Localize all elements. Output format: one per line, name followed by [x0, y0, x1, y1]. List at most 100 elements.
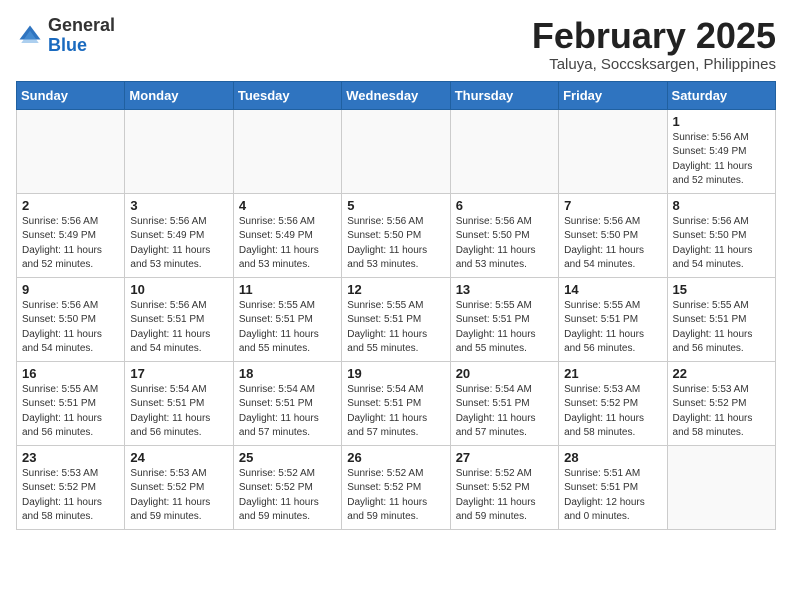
logo-blue-text: Blue — [48, 35, 87, 55]
day-number: 13 — [456, 282, 553, 297]
day-number: 14 — [564, 282, 661, 297]
calendar-cell: 28Sunrise: 5:51 AM Sunset: 5:51 PM Dayli… — [559, 445, 667, 529]
weekday-header-monday: Monday — [125, 81, 233, 109]
calendar-cell: 25Sunrise: 5:52 AM Sunset: 5:52 PM Dayli… — [233, 445, 341, 529]
day-info: Sunrise: 5:54 AM Sunset: 5:51 PM Dayligh… — [239, 383, 336, 441]
calendar-cell: 7 Sunrise: 5:56 AM Sunset: 5:50 PM Daylig… — [559, 193, 667, 277]
day-info: Sunrise: 5:56 AM Sunset: 5:50 PM Dayligh… — [673, 215, 770, 273]
day-number: 17 — [130, 366, 227, 381]
day-number: 26 — [347, 450, 444, 465]
calendar-cell — [559, 109, 667, 193]
calendar-cell: 20Sunrise: 5:54 AM Sunset: 5:51 PM Dayli… — [450, 361, 558, 445]
day-number: 11 — [239, 282, 336, 297]
calendar-cell: 1 Sunrise: 5:56 AM Sunset: 5:49 PM Daylig… — [667, 109, 775, 193]
day-info: Sunrise: 5:52 AM Sunset: 5:52 PM Dayligh… — [456, 467, 553, 525]
calendar-cell — [125, 109, 233, 193]
logo-icon — [16, 22, 44, 50]
location-subtitle: Taluya, Soccsksargen, Philippines — [532, 56, 776, 73]
day-number: 12 — [347, 282, 444, 297]
calendar-week-3: 9 Sunrise: 5:56 AM Sunset: 5:50 PM Daylig… — [17, 277, 776, 361]
day-number: 1 — [673, 114, 770, 129]
calendar-body: 1 Sunrise: 5:56 AM Sunset: 5:49 PM Daylig… — [17, 109, 776, 529]
calendar-cell: 10 Sunrise: 5:56 AM Sunset: 5:51 PM Dayli… — [125, 277, 233, 361]
day-info: Sunrise: 5:54 AM Sunset: 5:51 PM Dayligh… — [130, 383, 227, 441]
calendar-cell: 19 Sunrise: 5:54 AM Sunset: 5:51 PM Dayli… — [342, 361, 450, 445]
day-number: 19 — [347, 366, 444, 381]
calendar-cell: 18 Sunrise: 5:54 AM Sunset: 5:51 PM Dayli… — [233, 361, 341, 445]
day-info: Sunrise: 5:55 AM Sunset: 5:51 PM Dayligh… — [239, 299, 336, 357]
day-info: Sunrise: 5:56 AM Sunset: 5:49 PM Dayligh… — [22, 215, 119, 273]
day-number: 27 — [456, 450, 553, 465]
weekday-header-sunday: Sunday — [17, 81, 125, 109]
day-info: Sunrise: 5:56 AM Sunset: 5:51 PM Dayligh… — [130, 299, 227, 357]
calendar-cell: 8 Sunrise: 5:56 AM Sunset: 5:50 PM Daylig… — [667, 193, 775, 277]
day-info: Sunrise: 5:56 AM Sunset: 5:50 PM Dayligh… — [22, 299, 119, 357]
calendar-cell: 22 Sunrise: 5:53 AM Sunset: 5:52 PM Dayli… — [667, 361, 775, 445]
day-info: Sunrise: 5:56 AM Sunset: 5:50 PM Dayligh… — [456, 215, 553, 273]
calendar-cell: 15Sunrise: 5:55 AM Sunset: 5:51 PM Dayli… — [667, 277, 775, 361]
day-number: 2 — [22, 198, 119, 213]
day-info: Sunrise: 5:55 AM Sunset: 5:51 PM Dayligh… — [347, 299, 444, 357]
calendar-week-2: 2 Sunrise: 5:56 AM Sunset: 5:49 PM Daylig… — [17, 193, 776, 277]
calendar-cell: 27 Sunrise: 5:52 AM Sunset: 5:52 PM Dayli… — [450, 445, 558, 529]
day-info: Sunrise: 5:56 AM Sunset: 5:49 PM Dayligh… — [673, 131, 770, 189]
logo: General Blue — [16, 16, 115, 56]
calendar-week-4: 16Sunrise: 5:55 AM Sunset: 5:51 PM Dayli… — [17, 361, 776, 445]
day-number: 21 — [564, 366, 661, 381]
day-info: Sunrise: 5:55 AM Sunset: 5:51 PM Dayligh… — [456, 299, 553, 357]
day-number: 23 — [22, 450, 119, 465]
calendar-cell — [17, 109, 125, 193]
calendar-week-1: 1 Sunrise: 5:56 AM Sunset: 5:49 PM Daylig… — [17, 109, 776, 193]
weekday-header-thursday: Thursday — [450, 81, 558, 109]
calendar-cell — [342, 109, 450, 193]
day-info: Sunrise: 5:56 AM Sunset: 5:50 PM Dayligh… — [347, 215, 444, 273]
day-number: 10 — [130, 282, 227, 297]
day-number: 3 — [130, 198, 227, 213]
weekday-header-friday: Friday — [559, 81, 667, 109]
day-info: Sunrise: 5:55 AM Sunset: 5:51 PM Dayligh… — [673, 299, 770, 357]
weekday-header-tuesday: Tuesday — [233, 81, 341, 109]
calendar-cell: 3 Sunrise: 5:56 AM Sunset: 5:49 PM Daylig… — [125, 193, 233, 277]
day-number: 25 — [239, 450, 336, 465]
calendar-cell — [667, 445, 775, 529]
day-number: 24 — [130, 450, 227, 465]
calendar-cell: 11 Sunrise: 5:55 AM Sunset: 5:51 PM Dayli… — [233, 277, 341, 361]
day-info: Sunrise: 5:53 AM Sunset: 5:52 PM Dayligh… — [564, 383, 661, 441]
day-info: Sunrise: 5:56 AM Sunset: 5:50 PM Dayligh… — [564, 215, 661, 273]
day-info: Sunrise: 5:56 AM Sunset: 5:49 PM Dayligh… — [130, 215, 227, 273]
weekday-header-saturday: Saturday — [667, 81, 775, 109]
day-number: 7 — [564, 198, 661, 213]
day-info: Sunrise: 5:56 AM Sunset: 5:49 PM Dayligh… — [239, 215, 336, 273]
calendar-cell: 6 Sunrise: 5:56 AM Sunset: 5:50 PM Daylig… — [450, 193, 558, 277]
calendar-cell: 12 Sunrise: 5:55 AM Sunset: 5:51 PM Dayli… — [342, 277, 450, 361]
day-info: Sunrise: 5:54 AM Sunset: 5:51 PM Dayligh… — [456, 383, 553, 441]
calendar-cell: 24 Sunrise: 5:53 AM Sunset: 5:52 PM Dayli… — [125, 445, 233, 529]
day-info: Sunrise: 5:55 AM Sunset: 5:51 PM Dayligh… — [22, 383, 119, 441]
day-number: 9 — [22, 282, 119, 297]
calendar-cell: 17 Sunrise: 5:54 AM Sunset: 5:51 PM Dayli… — [125, 361, 233, 445]
day-number: 18 — [239, 366, 336, 381]
day-info: Sunrise: 5:52 AM Sunset: 5:52 PM Dayligh… — [347, 467, 444, 525]
day-info: Sunrise: 5:54 AM Sunset: 5:51 PM Dayligh… — [347, 383, 444, 441]
calendar-cell: 21 Sunrise: 5:53 AM Sunset: 5:52 PM Dayli… — [559, 361, 667, 445]
calendar-cell: 13 Sunrise: 5:55 AM Sunset: 5:51 PM Dayli… — [450, 277, 558, 361]
day-info: Sunrise: 5:55 AM Sunset: 5:51 PM Dayligh… — [564, 299, 661, 357]
day-number: 8 — [673, 198, 770, 213]
calendar-cell: 5 Sunrise: 5:56 AM Sunset: 5:50 PM Daylig… — [342, 193, 450, 277]
day-number: 5 — [347, 198, 444, 213]
calendar-cell: 4Sunrise: 5:56 AM Sunset: 5:49 PM Daylig… — [233, 193, 341, 277]
logo-general-text: General — [48, 15, 115, 35]
calendar-cell: 9 Sunrise: 5:56 AM Sunset: 5:50 PM Daylig… — [17, 277, 125, 361]
calendar-week-5: 23 Sunrise: 5:53 AM Sunset: 5:52 PM Dayli… — [17, 445, 776, 529]
calendar-cell: 26 Sunrise: 5:52 AM Sunset: 5:52 PM Dayli… — [342, 445, 450, 529]
calendar-table: SundayMondayTuesdayWednesdayThursdayFrid… — [16, 81, 776, 530]
day-info: Sunrise: 5:53 AM Sunset: 5:52 PM Dayligh… — [673, 383, 770, 441]
day-number: 6 — [456, 198, 553, 213]
calendar-cell: 14 Sunrise: 5:55 AM Sunset: 5:51 PM Dayli… — [559, 277, 667, 361]
calendar-cell: 16Sunrise: 5:55 AM Sunset: 5:51 PM Dayli… — [17, 361, 125, 445]
calendar-cell — [233, 109, 341, 193]
day-number: 22 — [673, 366, 770, 381]
day-info: Sunrise: 5:51 AM Sunset: 5:51 PM Dayligh… — [564, 467, 661, 525]
day-info: Sunrise: 5:53 AM Sunset: 5:52 PM Dayligh… — [130, 467, 227, 525]
calendar-cell: 23Sunrise: 5:53 AM Sunset: 5:52 PM Dayli… — [17, 445, 125, 529]
